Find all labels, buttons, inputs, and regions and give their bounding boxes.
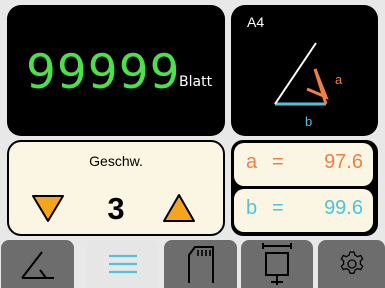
tab-settings[interactable]: [318, 240, 385, 288]
side-a-label: a: [335, 72, 343, 87]
triangle-diagram: a b: [274, 42, 343, 129]
side-a-equals: =: [272, 151, 284, 173]
screen: 99999 Blatt A4 a b Geschw. 3 a = 97.6 b …: [0, 0, 385, 288]
speed-increase-button[interactable]: [160, 190, 200, 226]
sd-card-icon: [187, 246, 214, 283]
tab-angle[interactable]: [1, 240, 74, 288]
sheet-counter-unit: Blatt: [179, 74, 213, 90]
format-panel[interactable]: A4 a b: [231, 5, 378, 136]
tab-menu[interactable]: [87, 240, 159, 288]
sheet-counter-value: 99999: [26, 45, 181, 100]
menu-icon: [109, 254, 137, 274]
side-b-value: 99.6: [324, 197, 363, 219]
diagonal-line: [274, 42, 317, 105]
side-a-name: a: [246, 151, 258, 173]
side-b-label: b: [305, 114, 312, 129]
speed-label: Geschw.: [89, 153, 143, 169]
tab-sd-card[interactable]: [164, 240, 237, 288]
side-a-value: 97.6: [324, 151, 363, 173]
tab-paper-size[interactable]: [241, 240, 313, 288]
side-lengths-panel: a = 97.6 b = 99.6: [231, 140, 378, 236]
side-b-name: b: [246, 197, 258, 219]
side-b-readout[interactable]: b = 99.6: [234, 189, 373, 232]
side-a-readout[interactable]: a = 97.6: [234, 143, 373, 186]
angle-icon: [20, 251, 54, 279]
sheet-counter-panel[interactable]: 99999 Blatt: [7, 5, 225, 136]
side-a-edge: [313, 68, 328, 105]
speed-panel: Geschw. 3: [7, 140, 225, 236]
paper-size-icon: [262, 243, 292, 285]
tab-bar: [0, 240, 385, 288]
gear-icon: [340, 251, 363, 274]
triangle-up-icon: [163, 194, 195, 222]
side-b-equals: =: [272, 197, 284, 219]
